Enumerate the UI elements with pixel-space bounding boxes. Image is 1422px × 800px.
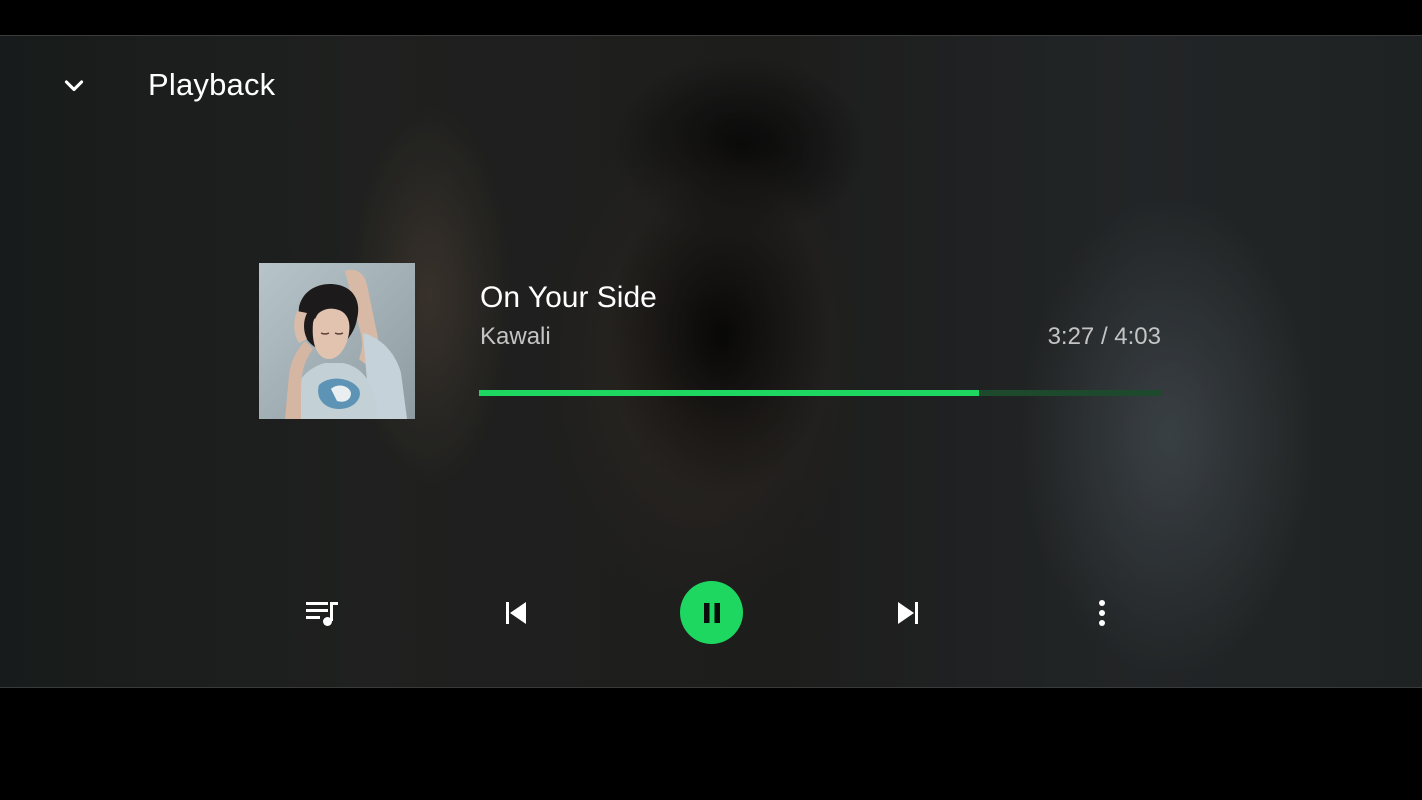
chevron-down-icon — [60, 72, 88, 100]
track-time: 3:27 / 4:03 — [1047, 323, 1161, 350]
track-title: On Your Side — [480, 281, 657, 314]
pause-icon — [698, 599, 726, 627]
bottom-system-bar — [0, 688, 1422, 800]
playback-view: Playback On Your Side Kawali 3:27 / 4:03 — [0, 35, 1422, 688]
skip-next-icon — [891, 597, 923, 629]
skip-previous-icon — [501, 597, 533, 629]
progress-bar-fill — [479, 390, 979, 396]
screen: Playback On Your Side Kawali 3:27 / 4:03 — [0, 0, 1422, 800]
track-artist: Kawali — [480, 323, 551, 350]
page-title: Playback — [148, 67, 276, 102]
progress-bar[interactable] — [479, 390, 1162, 396]
queue-button[interactable] — [290, 581, 354, 645]
collapse-button[interactable] — [50, 66, 98, 106]
top-system-bar — [0, 0, 1422, 35]
more-vertical-icon — [1086, 597, 1118, 629]
more-options-button[interactable] — [1070, 581, 1134, 645]
queue-music-icon — [302, 593, 342, 633]
pause-button[interactable] — [680, 581, 743, 644]
next-button[interactable] — [875, 581, 939, 645]
previous-button[interactable] — [485, 581, 549, 645]
album-art — [259, 263, 415, 419]
